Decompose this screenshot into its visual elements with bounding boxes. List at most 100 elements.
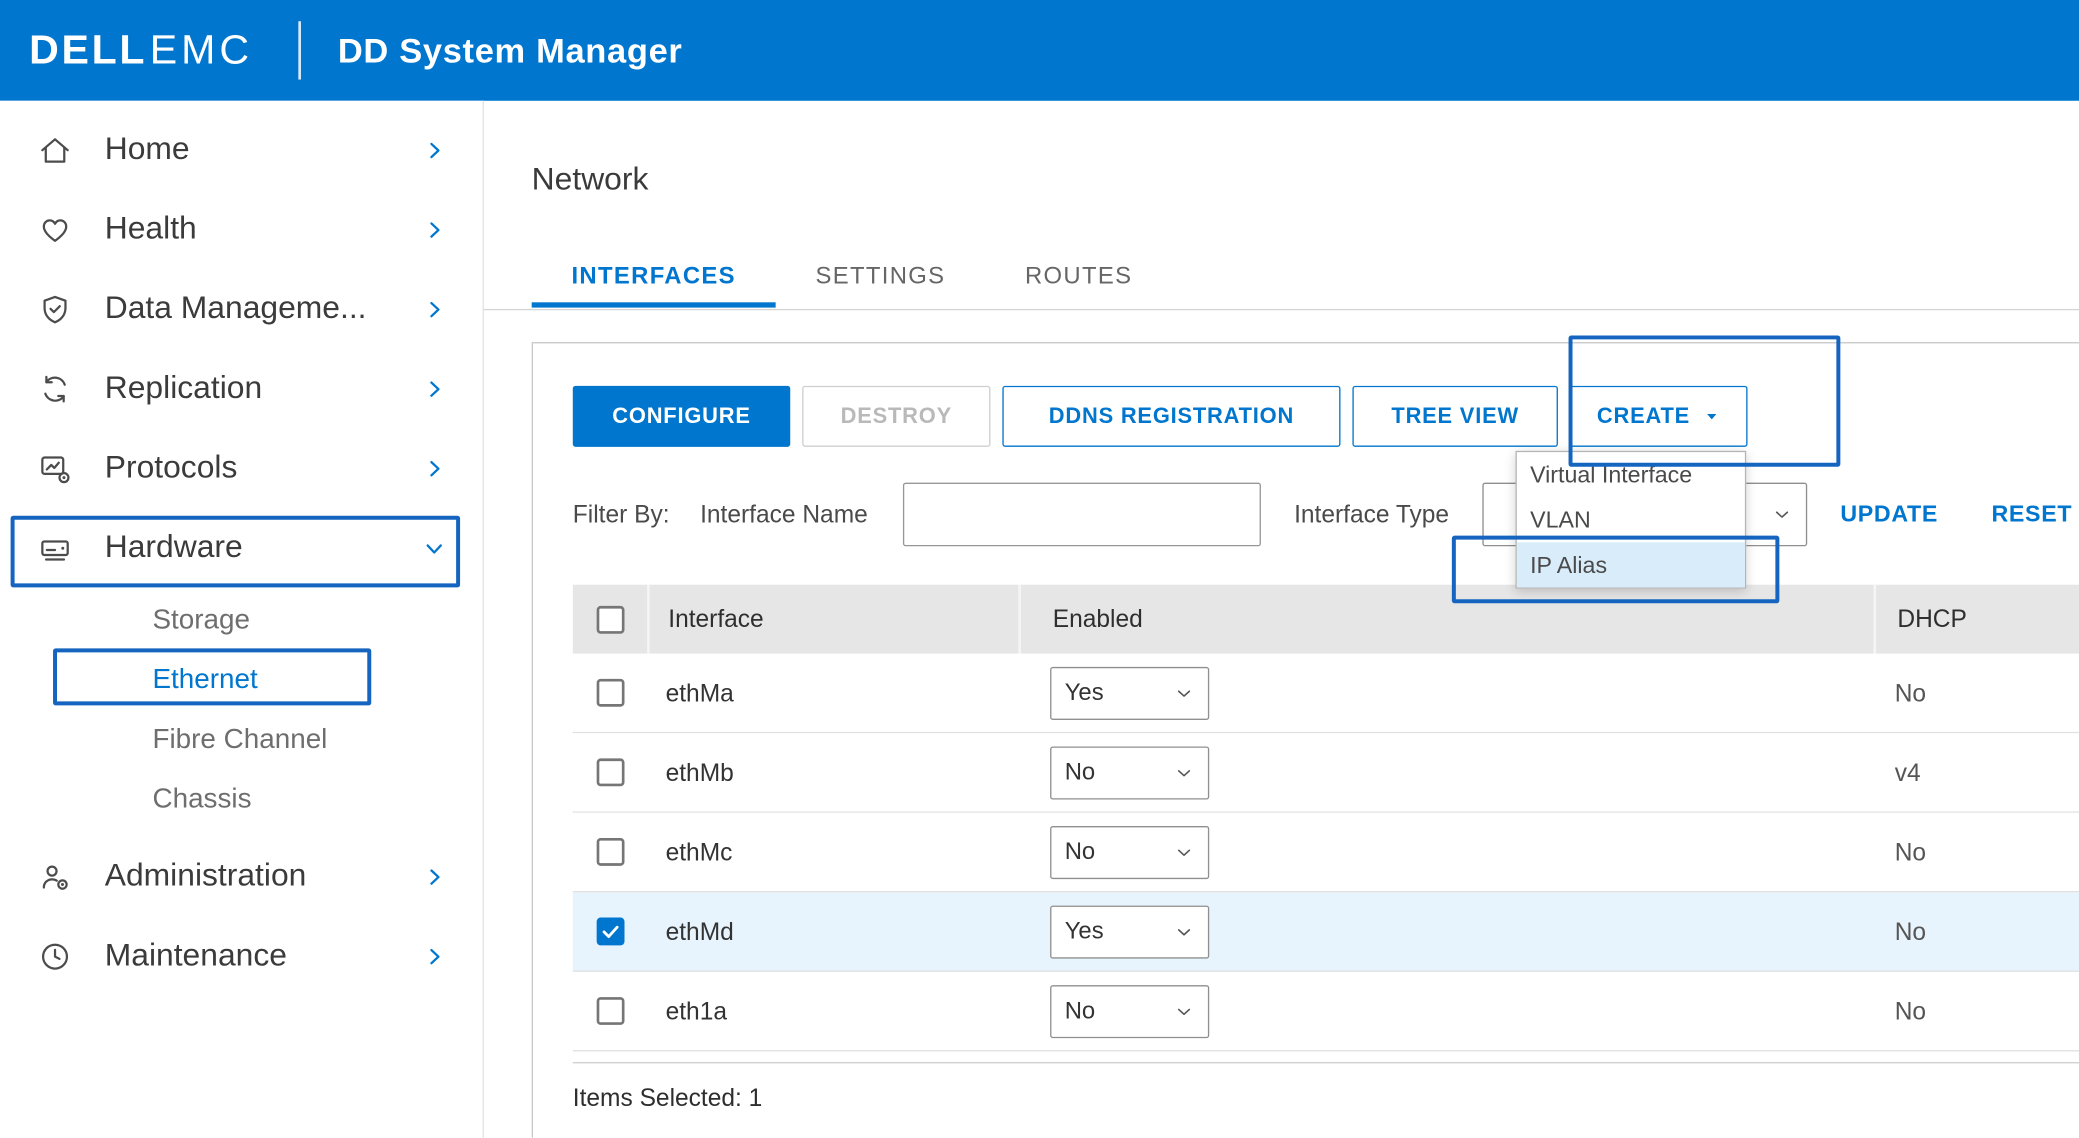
- sidebar-item-label: Data Manageme...: [105, 290, 367, 327]
- tab-interfaces[interactable]: INTERFACES: [571, 263, 735, 308]
- row-checkbox[interactable]: [596, 679, 624, 707]
- dhcp-value: No: [1873, 996, 2079, 1025]
- chevron-right-icon: [423, 377, 446, 400]
- table-header-row: Interface Enabled DHCP: [573, 585, 2079, 654]
- interface-type-label: Interface Type: [1294, 500, 1449, 529]
- update-link[interactable]: UPDATE: [1840, 501, 1938, 529]
- header-divider: [298, 21, 301, 79]
- select-all-checkbox[interactable]: [596, 605, 624, 633]
- sidebar-item-fibre-channel[interactable]: Fibre Channel: [0, 709, 483, 769]
- sidebar-item-replication[interactable]: Replication: [0, 349, 483, 429]
- sync-icon: [37, 371, 73, 407]
- row-checkbox[interactable]: [596, 997, 624, 1025]
- sidebar-item-label: Maintenance: [105, 937, 287, 974]
- shield-icon: [37, 291, 73, 327]
- chevron-right-icon: [423, 865, 446, 888]
- dhcp-value: No: [1873, 837, 2079, 866]
- enabled-value: No: [1065, 997, 1096, 1025]
- row-checkbox[interactable]: [596, 918, 624, 946]
- interface-name-input[interactable]: [903, 483, 1261, 547]
- sidebar-item-storage[interactable]: Storage: [0, 590, 483, 650]
- sidebar-item-chassis[interactable]: Chassis: [0, 769, 483, 829]
- sidebar-item-administration[interactable]: Administration: [0, 837, 483, 917]
- column-header-interface: Interface: [647, 585, 1018, 654]
- sidebar-item-health[interactable]: Health: [0, 190, 483, 270]
- chevron-down-icon: [1173, 762, 1194, 783]
- sidebar-item-protocols[interactable]: Protocols: [0, 428, 483, 508]
- protocols-icon: [37, 450, 73, 486]
- app-window: DELL EMC DD System Manager Home Health: [0, 0, 2079, 1138]
- chevron-right-icon: [423, 298, 446, 321]
- chevron-right-icon: [423, 945, 446, 968]
- chevron-down-icon: [1771, 504, 1792, 525]
- filter-by-label: Filter By:: [573, 500, 670, 529]
- dhcp-value: v4: [1873, 758, 2079, 787]
- sidebar-item-label: Administration: [105, 858, 307, 895]
- enabled-select[interactable]: No: [1050, 825, 1209, 878]
- interface-name: ethMb: [647, 758, 1018, 787]
- sidebar-item-hardware[interactable]: Hardware: [0, 508, 483, 588]
- tree-view-button[interactable]: TREE VIEW: [1352, 386, 1558, 447]
- sidebar-nav: Home Health Data Manageme...: [0, 101, 484, 1138]
- tab-routes[interactable]: ROUTES: [1025, 263, 1132, 308]
- table-bottom-divider: [573, 1062, 2079, 1063]
- create-button-label: CREATE: [1597, 404, 1690, 429]
- sidebar-item-label: Hardware: [105, 529, 243, 566]
- home-icon: [37, 132, 73, 168]
- row-checkbox[interactable]: [596, 758, 624, 786]
- top-header: DELL EMC DD System Manager: [0, 0, 2079, 101]
- interface-name: ethMd: [647, 917, 1018, 946]
- sidebar-item-data-management[interactable]: Data Manageme...: [0, 269, 483, 349]
- chevron-down-icon: [1173, 682, 1194, 703]
- chevron-down-icon: [1173, 841, 1194, 862]
- interface-name-label: Interface Name: [700, 500, 868, 529]
- sidebar-item-home[interactable]: Home: [0, 110, 483, 190]
- chevron-right-icon: [423, 139, 446, 162]
- table-row: eth1a No No: [573, 972, 2079, 1052]
- caret-down-icon: [1702, 407, 1721, 426]
- toolbar: CONFIGURE DESTROY DDNS REGISTRATION TREE…: [573, 386, 1748, 447]
- chevron-down-icon: [1173, 1000, 1194, 1021]
- sidebar-item-label: Home: [105, 131, 190, 168]
- create-button[interactable]: CREATE: [1570, 386, 1748, 447]
- tab-bar: INTERFACES SETTINGS ROUTES: [571, 263, 1132, 308]
- interface-name: ethMc: [647, 837, 1018, 866]
- enabled-value: No: [1065, 838, 1096, 866]
- sidebar-item-label: Protocols: [105, 449, 238, 486]
- hardware-icon: [37, 530, 73, 566]
- emc-logo-text: EMC: [150, 27, 253, 75]
- enabled-select[interactable]: Yes: [1050, 666, 1209, 719]
- enabled-value: Yes: [1065, 679, 1104, 707]
- dhcp-value: No: [1873, 678, 2079, 707]
- column-header-enabled: Enabled: [1018, 585, 1873, 654]
- table-row: ethMa Yes No: [573, 654, 2079, 734]
- chevron-down-icon: [423, 536, 446, 559]
- menu-item-vlan[interactable]: VLAN: [1517, 497, 1745, 542]
- interface-name: eth1a: [647, 996, 1018, 1025]
- tab-settings[interactable]: SETTINGS: [815, 263, 945, 308]
- dell-emc-logo: DELL EMC: [29, 27, 253, 75]
- sidebar-item-maintenance[interactable]: Maintenance: [0, 916, 483, 996]
- menu-item-virtual-interface[interactable]: Virtual Interface: [1517, 452, 1745, 497]
- enabled-select[interactable]: No: [1050, 746, 1209, 799]
- reset-link[interactable]: RESET: [1992, 501, 2073, 529]
- table-row: ethMd Yes No: [573, 892, 2079, 972]
- admin-icon: [37, 859, 73, 895]
- filter-row: Filter By: Interface Name Interface Type…: [573, 483, 2079, 547]
- enabled-select[interactable]: Yes: [1050, 905, 1209, 958]
- destroy-button[interactable]: DESTROY: [802, 386, 990, 447]
- enabled-select[interactable]: No: [1050, 984, 1209, 1037]
- sidebar-item-ethernet[interactable]: Ethernet: [0, 650, 483, 710]
- sidebar-item-label: Replication: [105, 370, 262, 407]
- ddns-registration-button[interactable]: DDNS REGISTRATION: [1002, 386, 1340, 447]
- interfaces-table: Interface Enabled DHCP ethMa Yes No: [573, 585, 2079, 1052]
- items-selected-status: Items Selected: 1: [573, 1083, 763, 1112]
- chevron-down-icon: [1173, 921, 1194, 942]
- heart-icon: [37, 211, 73, 247]
- enabled-value: No: [1065, 758, 1096, 786]
- configure-button[interactable]: CONFIGURE: [573, 386, 790, 447]
- chevron-right-icon: [423, 457, 446, 480]
- table-row: ethMc No No: [573, 813, 2079, 893]
- menu-item-ip-alias[interactable]: IP Alias: [1517, 542, 1745, 587]
- row-checkbox[interactable]: [596, 838, 624, 866]
